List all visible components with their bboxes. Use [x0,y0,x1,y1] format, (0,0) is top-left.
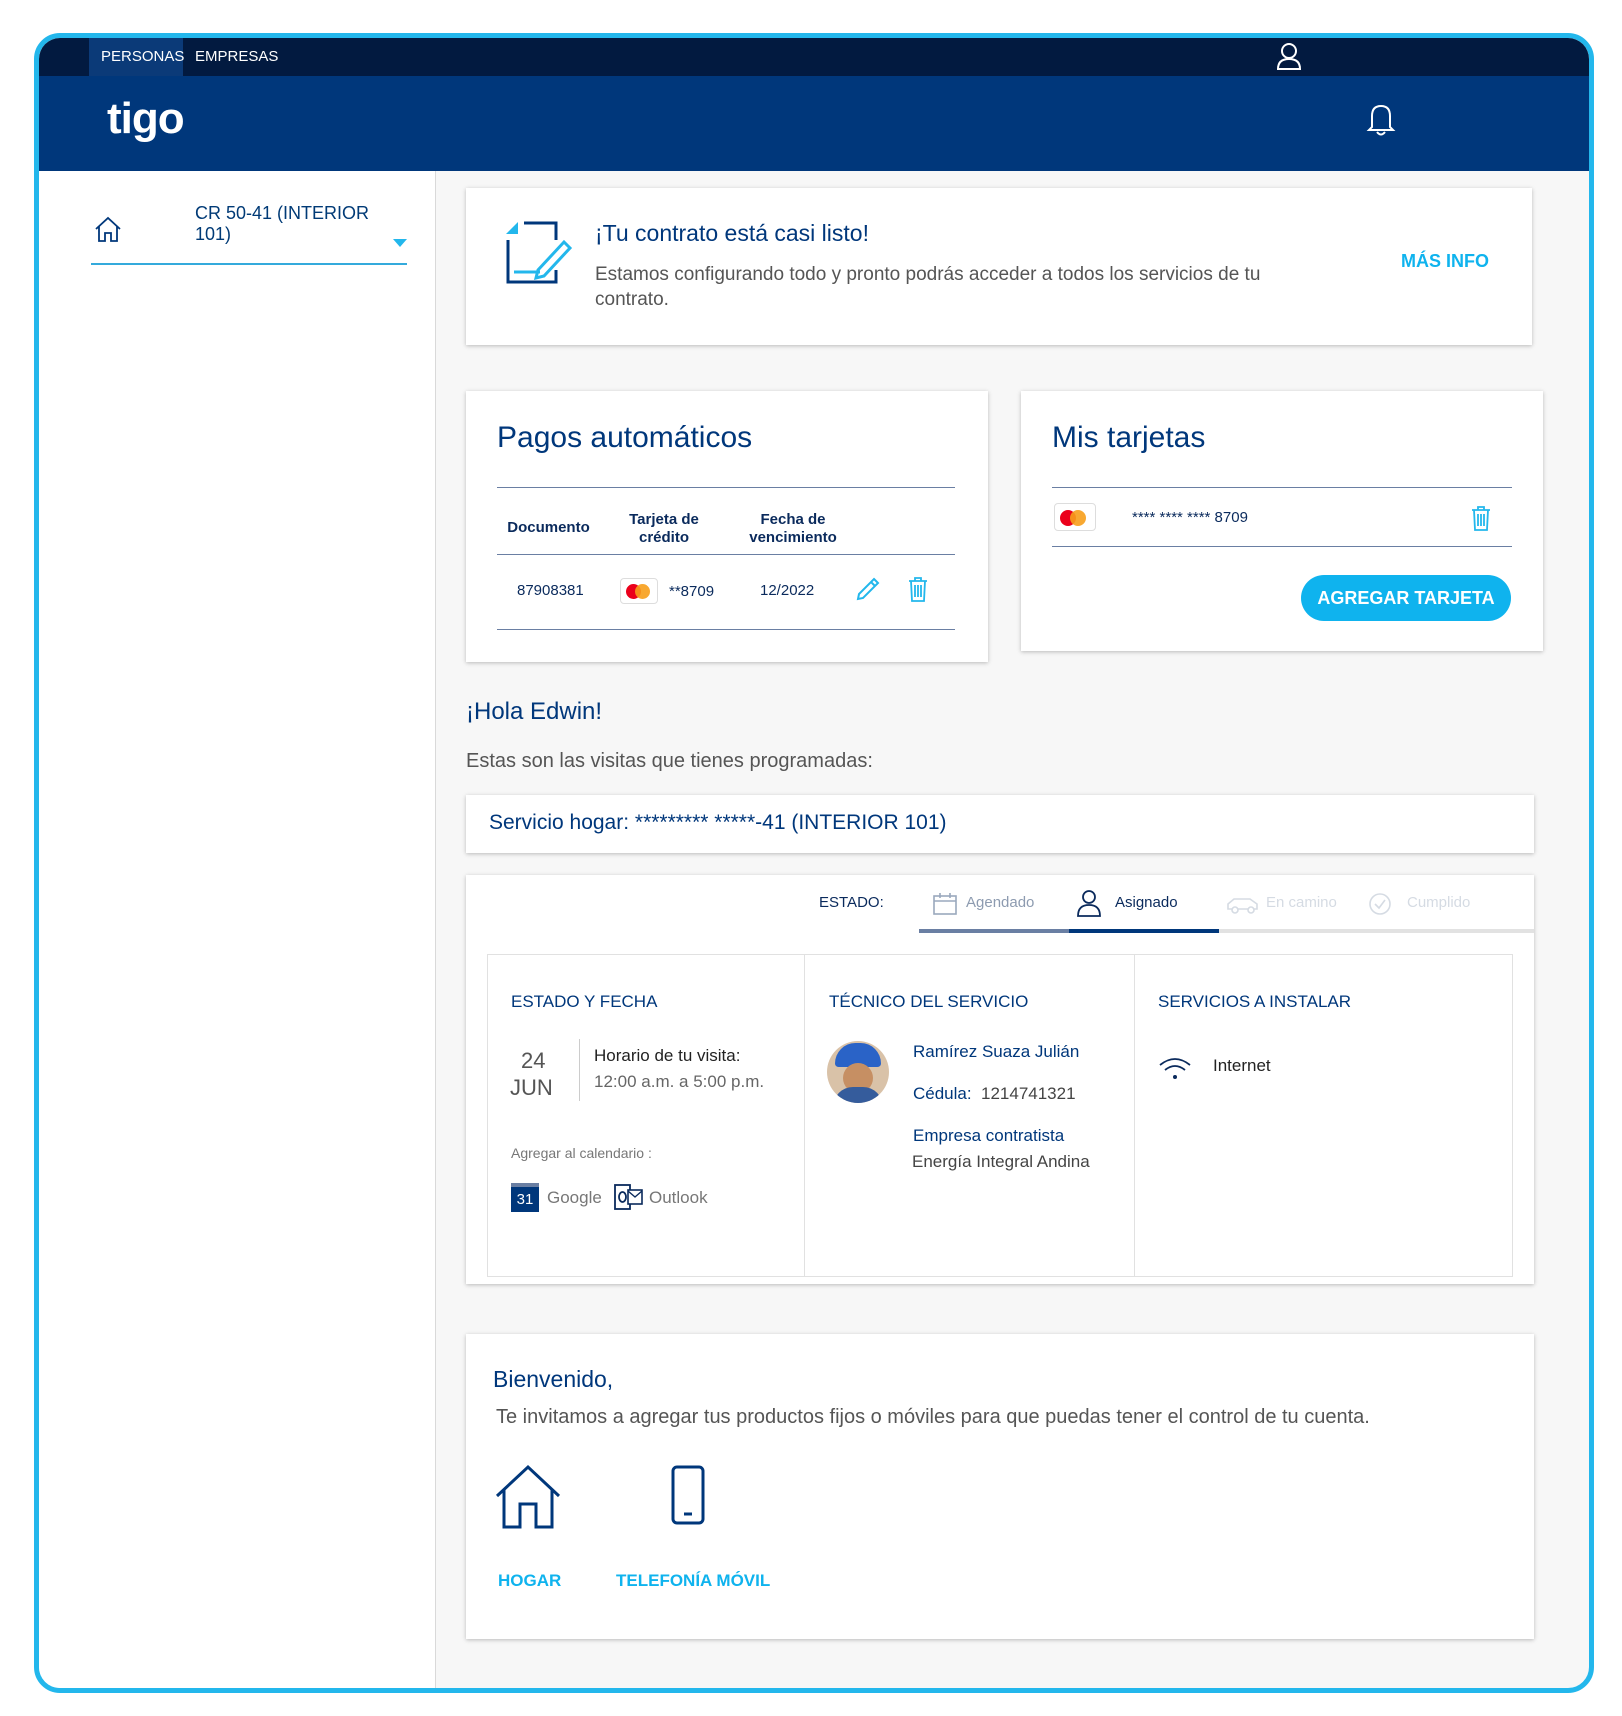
table-row: 87908381 **8709 12/2022 [497,555,955,629]
welcome-card: Bienvenido, Te invitamos a agregar tus p… [466,1334,1534,1639]
trash-icon[interactable] [1470,504,1492,532]
home-icon [495,1464,561,1529]
google-calendar-icon: 31 [511,1183,539,1212]
user-icon[interactable] [1276,42,1302,70]
autopay-card: Pagos automáticos Documento Tarjeta de c… [466,391,988,662]
status-tracker: ESTADO: Agendado Asignado En camino Cump… [466,875,1534,934]
top-bar: PERSONAS EMPRESAS [39,38,1589,76]
column-header-expiry: Fecha de vencimiento [749,511,837,546]
contract-text: Estamos configurando todo y pronto podrá… [595,264,1261,310]
sidebar: CR 50-41 (INTERIOR 101) [39,171,436,1688]
tigo-logo[interactable]: tigo [107,94,185,144]
address-selector[interactable]: CR 50-41 (INTERIOR 101) [91,203,407,265]
mobile-label: TELEFONÍA MÓVIL [616,1571,771,1590]
contract-card: ¡Tu contrato está casi listo! Estamos co… [466,188,1532,345]
chevron-down-icon[interactable] [393,239,407,247]
document-number: 87908381 [517,582,584,599]
add-card-button[interactable]: AGREGAR TARJETA [1301,575,1511,621]
home-icon [95,216,121,242]
visit-details: ESTADO Y FECHA 24 JUN Horario de tu visi… [487,954,1513,1277]
column-header-card: Tarjeta de crédito [629,511,699,546]
saved-card-row: **** **** **** 8709 [1052,488,1512,546]
calendar-label: Agregar al calendario : [511,1145,652,1161]
outlook-calendar-button[interactable]: Outlook [614,1181,714,1213]
tab-empresas[interactable]: EMPRESAS [183,38,290,76]
technician-name: Ramírez Suaza Julián [913,1042,1080,1061]
technician-column: TÉCNICO DEL SERVICIO Ramírez Suaza Juliá… [805,955,1135,1276]
tab-personas[interactable]: PERSONAS [89,38,184,76]
date-column: ESTADO Y FECHA 24 JUN Horario de tu visi… [488,955,805,1276]
greeting-subtitle: Estas son las visitas que tienes program… [466,750,873,772]
technician-section-title: TÉCNICO DEL SERVICIO [829,992,1029,1011]
visit-month: JUN [510,1075,553,1100]
id-value: 1214741321 [981,1084,1076,1103]
card-number: **** **** **** 8709 [1132,509,1248,526]
services-section-title: SERVICIOS A INSTALAR [1158,992,1352,1011]
outlook-label: Outlook [649,1188,708,1207]
date-section-title: ESTADO Y FECHA [511,992,658,1011]
company-value: Energía Integral Andina [912,1152,1090,1171]
company-label: Empresa contratista [913,1126,1065,1145]
app-window: PERSONAS EMPRESAS tigo CR 50-41 (INTERIO… [34,33,1594,1693]
my-cards-title: Mis tarjetas [1052,421,1206,454]
address-label: CR 50-41 (INTERIOR 101) [195,203,370,244]
car-icon [1227,898,1258,914]
visit-card: ESTADO: Agendado Asignado En camino Cump… [466,875,1534,1284]
status-step-agendado: Agendado [966,894,1035,911]
google-calendar-button[interactable]: 31 Google [511,1181,607,1213]
schedule-value: 12:00 a.m. a 5:00 p.m. [594,1072,765,1091]
mastercard-icon [1054,503,1096,531]
mastercard-icon [620,578,658,604]
contract-title: ¡Tu contrato está casi listo! [595,220,869,246]
welcome-text: Te invitamos a agregar tus productos fij… [496,1406,1370,1428]
add-mobile-button[interactable]: TELEFONÍA MÓVIL [616,1464,776,1594]
bell-icon[interactable] [1366,101,1396,137]
calendar-icon [933,893,957,915]
expiry-date: 12/2022 [760,582,815,599]
service-selector[interactable]: Servicio hogar: ********* *****-41 (INTE… [466,795,1534,853]
google-label: Google [547,1188,602,1207]
check-circle-icon [1369,893,1391,915]
contract-edit-icon [506,221,573,284]
id-label: Cédula: [913,1084,972,1103]
status-step-en-camino: En camino [1266,894,1337,911]
trash-icon[interactable] [907,575,929,603]
visit-day: 24 [521,1048,546,1073]
pencil-icon[interactable] [855,576,881,602]
header: tigo [39,76,1589,171]
technician-avatar [827,1041,889,1103]
welcome-title: Bienvenido, [493,1366,614,1392]
status-label: ESTADO: [819,894,884,911]
more-info-link[interactable]: MÁS INFO [1401,251,1489,272]
wifi-icon [1159,1058,1191,1079]
autopay-title: Pagos automáticos [497,421,753,454]
services-column: SERVICIOS A INSTALAR Internet [1135,955,1512,1276]
person-icon [1077,890,1101,917]
status-step-asignado: Asignado [1115,894,1178,911]
service-item-internet: Internet [1213,1056,1271,1075]
mobile-phone-icon [671,1465,705,1525]
greeting-title: ¡Hola Edwin! [466,698,603,725]
card-last-digits: **8709 [669,583,715,600]
my-cards-card: Mis tarjetas **** **** **** 8709 AGREGAR… [1021,391,1543,651]
home-label: HOGAR [498,1571,562,1590]
outlook-icon [614,1184,643,1210]
status-step-cumplido: Cumplido [1407,894,1471,911]
schedule-label: Horario de tu visita: [594,1046,741,1065]
add-home-button[interactable]: HOGAR [494,1464,566,1594]
service-label: Servicio hogar: ********* *****-41 (INTE… [489,811,947,834]
column-header-document: Documento [507,519,590,536]
